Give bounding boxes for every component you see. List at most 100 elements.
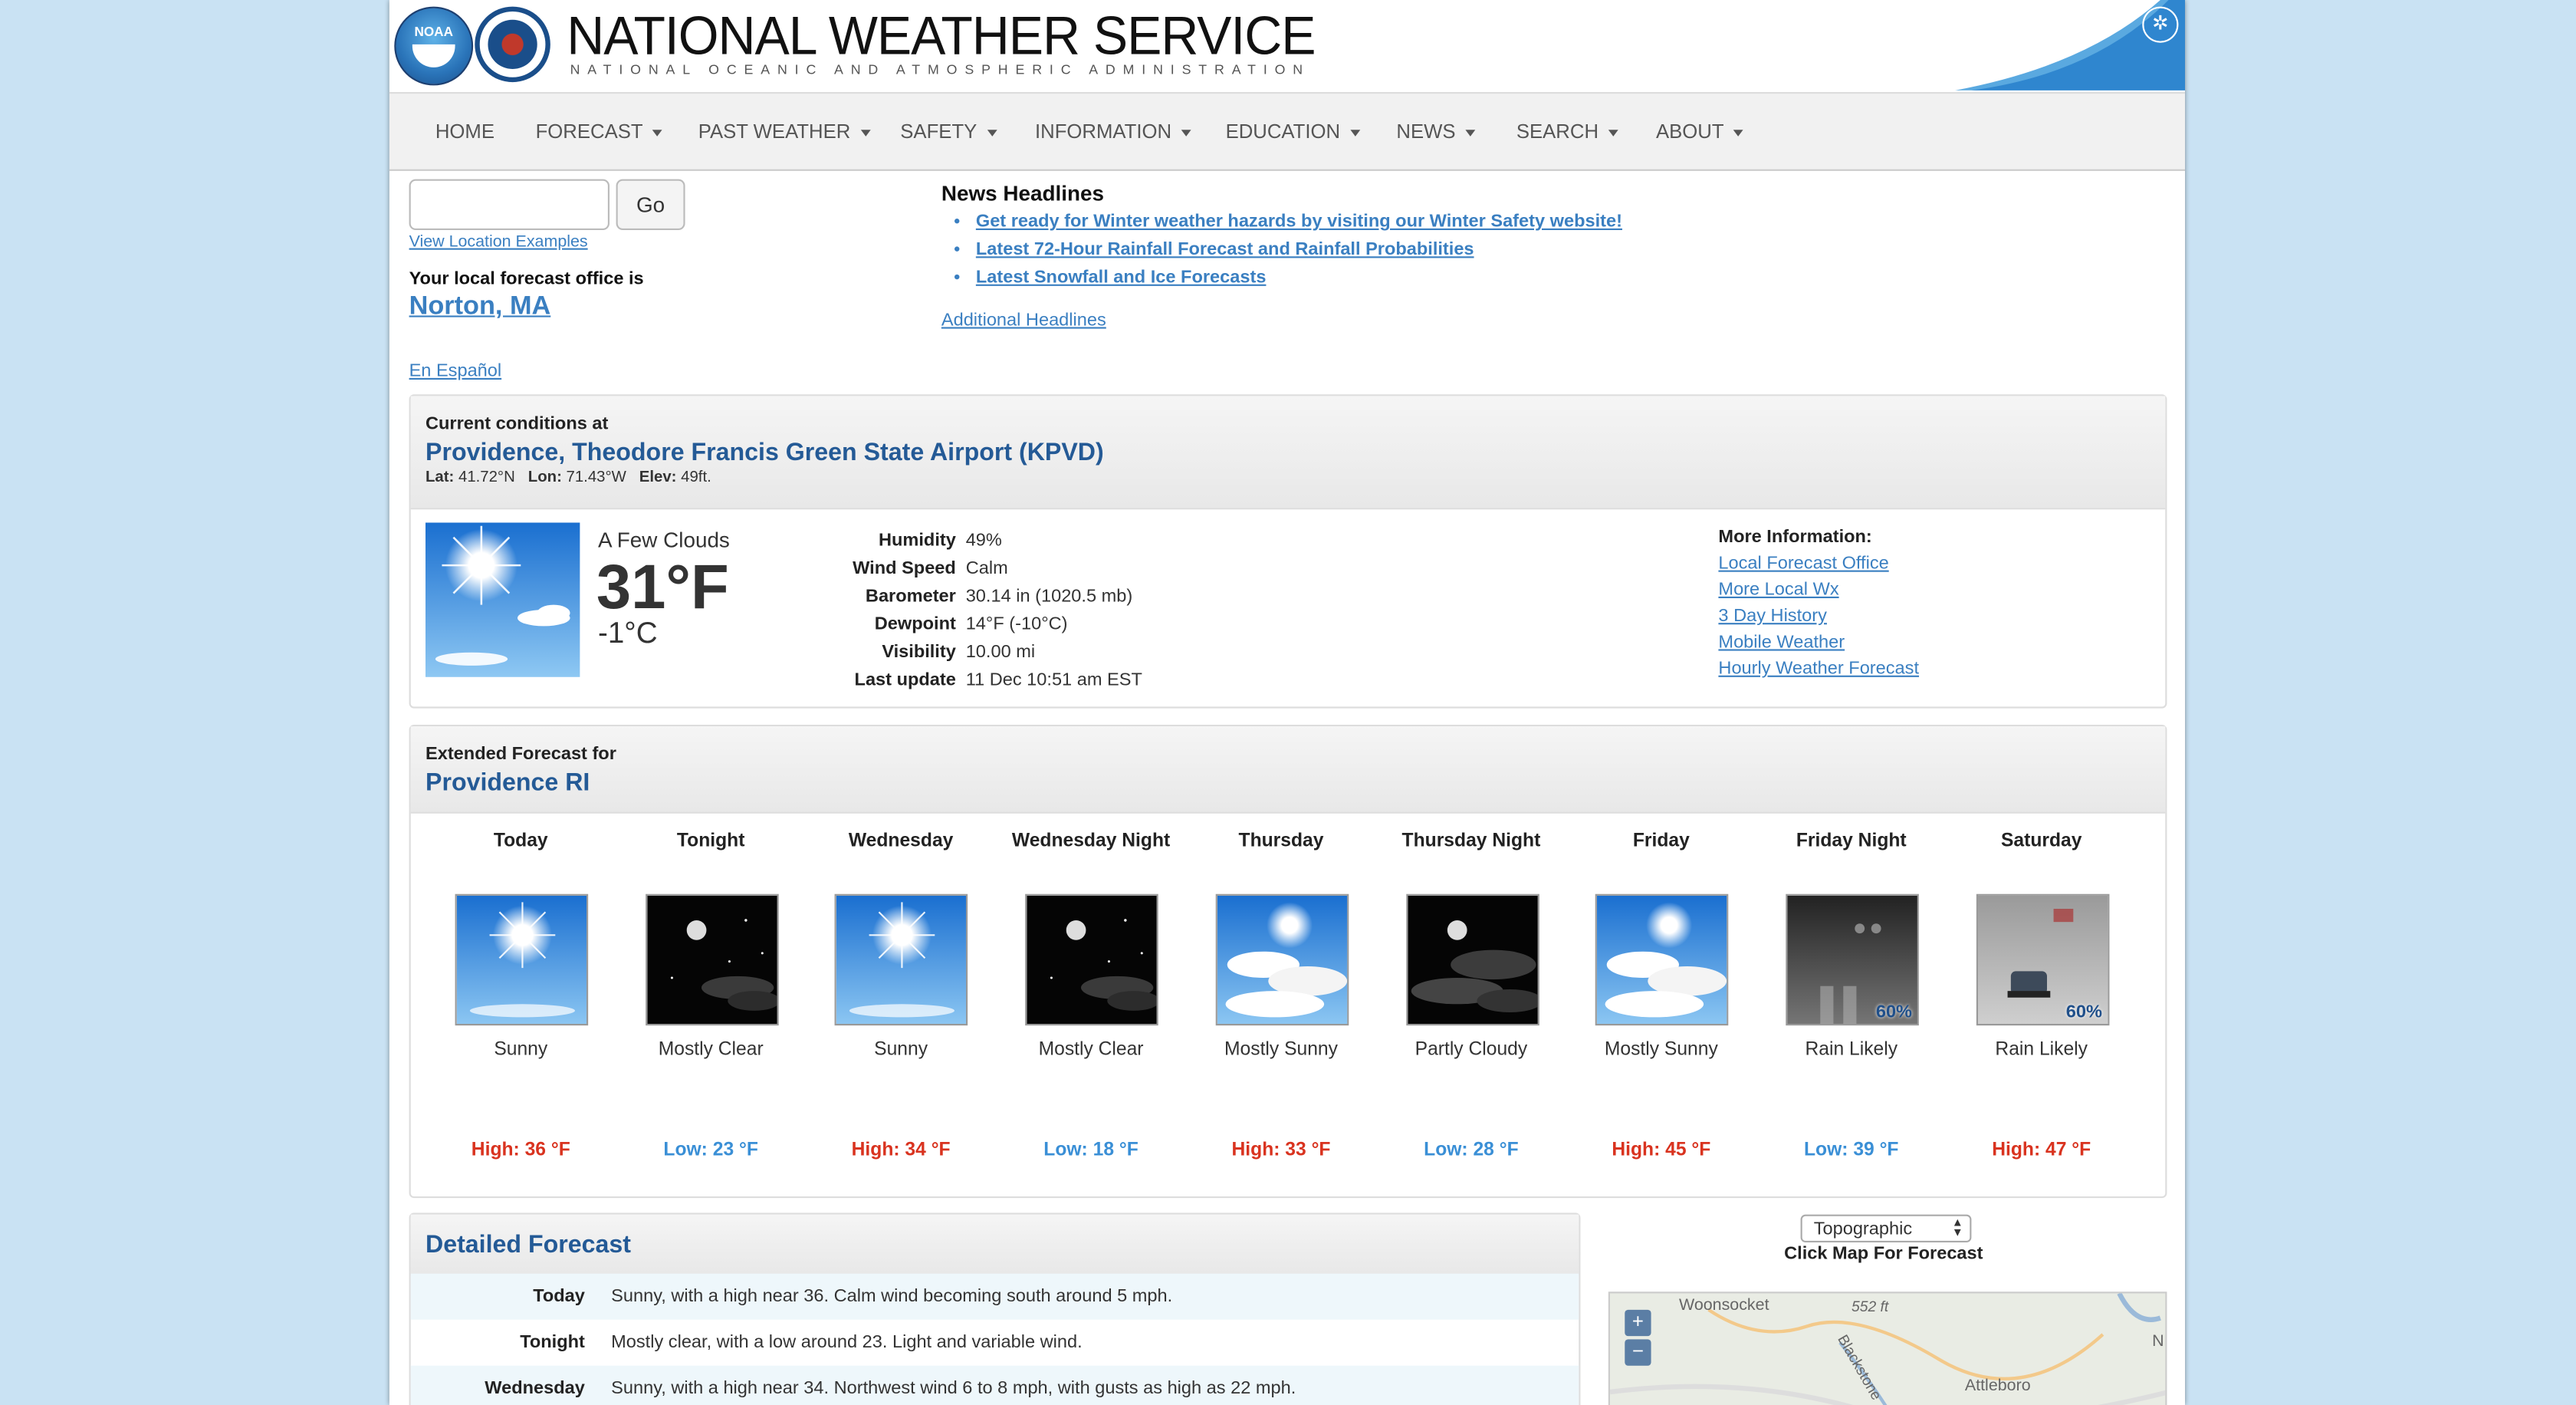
extended-forecast-header: Extended Forecast for Providence RI [410,726,2166,814]
nav-about[interactable]: ABOUT [1656,94,1744,169]
site-subtitle: NATIONAL OCEANIC AND ATMOSPHERIC ADMINIS… [570,61,1311,77]
additional-headlines-link[interactable]: Additional Headlines [941,311,1106,331]
chevron-down-icon [987,129,997,137]
cc-row-dewpoint: Dewpoint 14°F (-10°C) [874,614,1068,634]
detailed-row: Today Sunny, with a high near 36. Calm wi… [410,1273,1579,1320]
period-temperature: Low: 23 °F [663,1140,758,1160]
select-arrows-icon: ▲ ▼ [1951,1217,1963,1239]
period-temperature: Low: 28 °F [1424,1140,1519,1160]
cc-row-humidity: Humidity 49% [878,530,1002,550]
period-temperature: High: 47 °F [1992,1140,2091,1160]
click-map-label: Click Map For Forecast [1784,1244,1983,1264]
nav-forecast[interactable]: FORECAST [536,94,663,169]
news-list: Get ready for Winter weather hazards by … [976,212,1622,295]
local-office-label: Your local forecast office is [409,269,644,290]
nav-information[interactable]: INFORMATION [1035,94,1191,169]
period-name: Friday Night [1796,831,1907,851]
local-forecast-office-link[interactable]: Local Forecast Office [1718,554,1919,580]
station-coords: Lat: 41.72°N Lon: 71.43°W Elev: 49ft. [426,468,711,487]
sunny-icon[interactable] [455,893,589,1026]
period-description: Rain Likely [1995,1040,2088,1061]
period-description: Mostly Clear [1038,1040,1144,1061]
site-title[interactable]: NATIONAL WEATHER SERVICE [567,5,1316,67]
extended-forecast-label: Extended Forecast for [426,744,616,765]
nav-education[interactable]: EDUCATION [1226,94,1360,169]
period-name: Tonight [676,831,745,851]
zoom-out-button[interactable]: − [1625,1339,1651,1366]
news-headlines-title: News Headlines [941,180,1104,206]
cc-row-wind: Wind Speed Calm [853,558,1008,578]
news-item[interactable]: Latest 72-Hour Rainfall Forecast and Rai… [976,240,1622,268]
station-name[interactable]: Providence, Theodore Francis Green State… [426,439,1104,466]
noaa-logo-text: NOAA [414,25,453,40]
location-search-input[interactable] [409,179,610,230]
cc-row-last-update: Last update 11 Dec 10:51 am EST [854,670,1142,689]
mostly-sunny-icon[interactable] [1215,893,1349,1026]
cc-row-visibility: Visibility 10.00 mi [882,641,1036,662]
rain-night-icon[interactable]: 60% [1786,893,1919,1026]
period-name: Thursday Night [1401,831,1541,851]
period-temperature: High: 33 °F [1231,1140,1331,1160]
view-location-examples-link[interactable]: View Location Examples [409,233,588,252]
period-temperature: High: 34 °F [851,1140,951,1160]
more-local-wx-link[interactable]: More Local Wx [1718,580,1919,606]
go-button[interactable]: Go [616,179,685,230]
map-label: Woonsocket [1679,1296,1769,1315]
three-day-history-link[interactable]: 3 Day History [1718,607,1919,633]
news-item[interactable]: Get ready for Winter weather hazards by … [976,212,1622,239]
period-description: Rain Likely [1805,1040,1898,1061]
detailed-row: Tonight Mostly clear, with a low around 2… [520,1332,1083,1353]
chevron-down-icon [860,129,871,137]
period-description: Mostly Clear [658,1040,764,1061]
current-conditions-table: Humidity 49% Wind Speed Calm Barometer 30.1… [848,526,1148,694]
current-summary: A Few Clouds [598,527,730,552]
detailed-forecast-header: Detailed Forecast [410,1214,1579,1275]
zoom-in-button[interactable]: + [1625,1309,1651,1337]
nav-home[interactable]: HOME [435,94,495,169]
map-label: 552 ft [1852,1298,1889,1315]
period-temperature: Low: 18 °F [1043,1140,1138,1160]
espanol-link[interactable]: En Español [409,361,502,381]
extended-forecast-location: Providence RI [426,768,590,798]
precip-chance: 60% [2065,1002,2102,1022]
extended-forecast-panel: Extended Forecast for Providence RI Toda… [409,725,2167,1199]
period-name: Wednesday [848,831,954,851]
noaa-bird-shape [412,44,455,67]
news-item[interactable]: Latest Snowfall and Ice Forecasts [976,268,1622,295]
sunny-icon[interactable] [835,893,968,1026]
nav-news[interactable]: NEWS [1396,94,1476,169]
mobile-weather-link[interactable]: Mobile Weather [1718,633,1919,659]
period-description: Mostly Sunny [1224,1040,1338,1061]
nav-past-weather[interactable]: PAST WEATHER [698,94,871,169]
forecast-map[interactable]: + − Woonsocket 552 ft Blackstone Attlebo… [1608,1291,2167,1405]
nws-logo[interactable] [475,6,550,83]
map-type-select[interactable]: Topographic ▲ ▼ [1800,1214,1972,1242]
period-description: Mostly Sunny [1604,1040,1718,1061]
current-temp-f: 31°F [596,554,729,624]
period-temperature: Low: 39 °F [1803,1140,1899,1160]
detailed-forecast-title: Detailed Forecast [426,1231,631,1259]
chevron-down-icon [1608,129,1618,137]
current-conditions-icon [426,522,580,677]
night-clear-icon[interactable] [645,893,779,1026]
more-information: More Information: Local Forecast Office … [1718,528,1919,686]
nav-search[interactable]: SEARCH [1516,94,1618,169]
precip-chance: 60% [1875,1002,1913,1022]
hourly-forecast-link[interactable]: Hourly Weather Forecast [1718,659,1919,685]
site-header: NOAA NATIONAL WEATHER SERVICE NATIONAL O… [389,0,2185,90]
night-clear-icon[interactable] [1025,893,1158,1026]
period-name: Saturday [2000,831,2082,851]
nav-safety[interactable]: SAFETY [900,94,997,169]
cc-row-barometer: Barometer 30.14 in (1020.5 mb) [865,585,1133,606]
night-partly-cloudy-icon[interactable] [1405,893,1539,1026]
detailed-row: Wednesday Sunny, with a high near 34. Nor… [410,1365,1579,1405]
chevron-down-icon [652,129,663,137]
local-office-link[interactable]: Norton, MA [409,292,551,322]
period-name: Thursday [1238,831,1324,851]
detailed-forecast-panel: Detailed Forecast Today Sunny, with a hig… [409,1213,1581,1405]
mostly-sunny-icon[interactable] [1595,893,1729,1026]
noaa-logo[interactable]: NOAA [394,6,474,86]
rain-day-icon[interactable]: 60% [1975,893,2109,1026]
period-name: Friday [1632,831,1690,851]
commerce-seal-icon[interactable]: ✲ [2142,6,2179,43]
